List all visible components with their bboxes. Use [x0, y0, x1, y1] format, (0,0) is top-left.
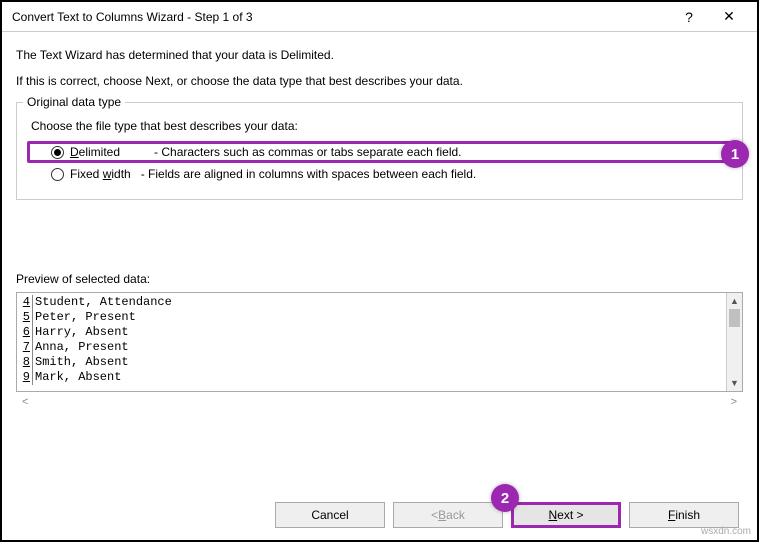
dialog-content: The Text Wizard has determined that your… — [2, 32, 757, 408]
intro-text-1: The Text Wizard has determined that your… — [16, 48, 743, 62]
preview-content: 4Student, Attendance5Peter, Present6Harr… — [17, 293, 742, 385]
preview-row-text: Smith, Absent — [35, 355, 129, 370]
finish-button[interactable]: Finish — [629, 502, 739, 528]
annotation-badge-2: 2 — [491, 484, 519, 512]
preview-row-num: 9 — [19, 370, 33, 385]
next-button[interactable]: Next > — [511, 502, 621, 528]
window-title: Convert Text to Columns Wizard - Step 1 … — [12, 10, 669, 24]
preview-row-text: Anna, Present — [35, 340, 129, 355]
fixed-width-radio[interactable] — [51, 168, 64, 181]
preview-row: 5Peter, Present — [19, 310, 742, 325]
preview-row-num: 8 — [19, 355, 33, 370]
fixed-width-radio-row[interactable]: Fixed width - Fields are aligned in colu… — [27, 163, 732, 185]
intro-text-2: If this is correct, choose Next, or choo… — [16, 74, 743, 88]
original-data-type-group: Original data type Choose the file type … — [16, 102, 743, 200]
back-button: < Back — [393, 502, 503, 528]
preview-row: 8Smith, Absent — [19, 355, 742, 370]
preview-row: 9Mark, Absent — [19, 370, 742, 385]
preview-row: 4Student, Attendance — [19, 295, 742, 310]
help-button[interactable]: ? — [669, 3, 709, 31]
horizontal-scrollbar[interactable]: < > — [16, 392, 743, 408]
preview-row-num: 7 — [19, 340, 33, 355]
fixed-width-label: Fixed width — [70, 167, 131, 181]
scroll-thumb[interactable] — [729, 309, 740, 327]
delimited-radio-row[interactable]: Delimited - Characters such as commas or… — [27, 141, 732, 163]
watermark: wsxdn.com — [701, 526, 751, 537]
cancel-button[interactable]: Cancel — [275, 502, 385, 528]
preview-row-text: Peter, Present — [35, 310, 136, 325]
preview-row: 7Anna, Present — [19, 340, 742, 355]
scroll-up-icon[interactable]: ▲ — [727, 293, 742, 309]
help-icon: ? — [685, 9, 693, 25]
preview-row: 6Harry, Absent — [19, 325, 742, 340]
preview-label: Preview of selected data: — [16, 272, 743, 286]
choose-file-type-label: Choose the file type that best describes… — [31, 119, 732, 133]
preview-row-text: Student, Attendance — [35, 295, 172, 310]
preview-row-text: Mark, Absent — [35, 370, 121, 385]
delimited-desc: - Characters such as commas or tabs sepa… — [154, 145, 461, 159]
preview-box: 4Student, Attendance5Peter, Present6Harr… — [16, 292, 743, 392]
button-row: Cancel < Back 2 Next > Finish — [275, 502, 739, 528]
delimited-radio[interactable] — [51, 146, 64, 159]
titlebar: Convert Text to Columns Wizard - Step 1 … — [2, 2, 757, 32]
annotation-badge-1: 1 — [721, 140, 749, 168]
close-button[interactable]: ✕ — [709, 3, 749, 31]
preview-row-num: 5 — [19, 310, 33, 325]
scroll-left-icon[interactable]: < — [22, 396, 28, 408]
scroll-down-icon[interactable]: ▼ — [727, 375, 742, 391]
preview-row-num: 6 — [19, 325, 33, 340]
group-legend: Original data type — [23, 95, 125, 109]
delimited-label: Delimited — [70, 145, 120, 159]
fixed-width-desc: - Fields are aligned in columns with spa… — [141, 167, 477, 181]
preview-row-num: 4 — [19, 295, 33, 310]
scroll-right-icon[interactable]: > — [731, 396, 737, 408]
close-icon: ✕ — [723, 8, 735, 25]
preview-row-text: Harry, Absent — [35, 325, 129, 340]
vertical-scrollbar[interactable]: ▲ ▼ — [726, 293, 742, 391]
